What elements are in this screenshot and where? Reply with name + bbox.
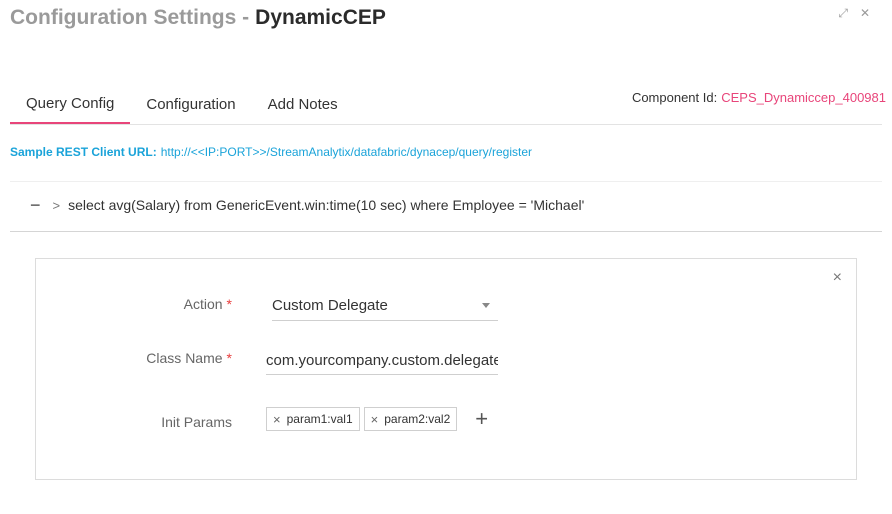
tabs-divider [10, 124, 882, 125]
divider [10, 231, 882, 232]
required-mark: * [226, 350, 232, 366]
component-id-value: CEPS_Dynamiccep_400981 [721, 90, 886, 105]
tab-add-notes[interactable]: Add Notes [252, 84, 354, 124]
query-row: − > select avg(Salary) from GenericEvent… [30, 196, 585, 214]
tab-query-config[interactable]: Query Config [10, 84, 131, 124]
component-id-label: Component Id: [631, 90, 718, 105]
remove-icon[interactable]: × [371, 412, 379, 427]
component-id: Component Id: CEPS_Dynamiccep_400981 [632, 90, 886, 105]
title-prefix: Configuration Settings - [10, 6, 250, 29]
init-params: × param1:val1 × param2:val2 + [266, 407, 488, 431]
collapse-icon[interactable]: − [30, 196, 41, 214]
required-mark: * [226, 296, 232, 312]
init-params-label: Init Params [161, 414, 232, 430]
action-select-value: Custom Delegate [272, 297, 388, 314]
chevron-down-icon [482, 303, 490, 308]
divider [10, 181, 882, 182]
title-name: DynamicCEP [255, 6, 386, 29]
rest-url-label: Sample REST Client URL: [10, 145, 157, 159]
param-chip: × param2:val2 [363, 407, 458, 431]
add-param-icon[interactable]: + [475, 408, 488, 430]
param-chip-label: param1:val1 [286, 412, 353, 426]
expand-icon[interactable]: ⤢ [838, 6, 848, 20]
remove-icon[interactable]: × [273, 412, 281, 427]
action-label-text: Action [183, 296, 223, 312]
close-icon[interactable]: × [833, 269, 842, 287]
close-icon[interactable]: ✕ [860, 6, 870, 20]
action-label: Action * [112, 296, 232, 312]
dialog-title: Configuration Settings - DynamicCEP [10, 6, 386, 30]
query-text: select avg(Salary) from GenericEvent.win… [68, 197, 585, 213]
rest-url-value[interactable]: http://<<IP:PORT>>/StreamAnalytix/datafa… [161, 145, 532, 159]
class-name-label: Class Name * [112, 350, 232, 366]
action-select[interactable]: Custom Delegate [272, 291, 498, 321]
param-chip: × param1:val1 [266, 407, 360, 431]
window-controls: ⤢ ✕ [838, 6, 870, 20]
tab-bar: Query Config Configuration Add Notes [10, 84, 354, 124]
action-card: × Action* Custom Delegate Class Name* In… [35, 258, 857, 480]
rest-url-row: Sample REST Client URL: http://<<IP:PORT>… [10, 145, 532, 159]
class-name-input[interactable] [266, 346, 498, 375]
class-name-label-text: Class Name [146, 350, 223, 366]
param-chip-label: param2:val2 [384, 412, 451, 426]
chevron-right-icon[interactable]: > [53, 198, 61, 213]
tab-configuration[interactable]: Configuration [130, 84, 251, 124]
